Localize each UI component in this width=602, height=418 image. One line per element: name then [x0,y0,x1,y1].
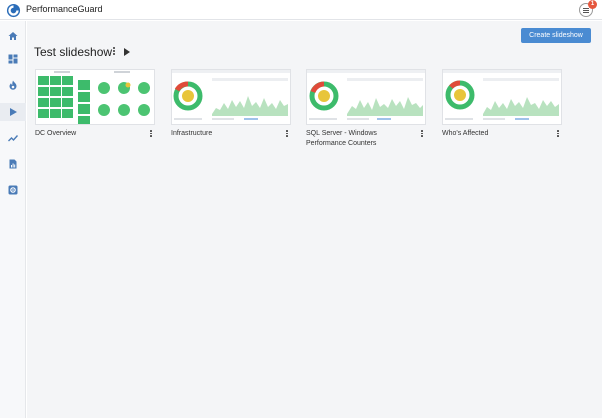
trend-icon [8,135,18,142]
play-slideshow-icon[interactable] [124,48,130,56]
report-icon [9,159,17,169]
settings-icon [8,185,18,195]
slide-options-icon[interactable] [420,129,424,139]
slide-label[interactable]: Who's Affected [442,129,550,139]
sql-server-preview [307,70,425,120]
slide-label[interactable]: Infrastructure [171,129,279,139]
create-slideshow-button[interactable]: Create slideshow [521,28,591,43]
sidebar-item-reports[interactable] [0,155,26,173]
slide-label[interactable]: DC Overview [35,129,143,139]
dashboard-icon [8,54,18,64]
notification-badge[interactable]: 1 [588,0,597,9]
fire-icon [9,80,17,90]
play-icon [10,108,17,116]
sidebar [0,21,26,418]
sidebar-item-settings[interactable] [0,181,26,199]
home-icon [8,32,18,40]
slide-thumbnail[interactable] [171,69,291,125]
slide-thumbnail[interactable] [306,69,426,125]
slide-thumbnail[interactable] [35,69,155,125]
sidebar-item-home[interactable] [0,27,26,45]
slide-label[interactable]: SQL Server - Windows Performance Counter… [306,129,414,149]
slideshow-options-icon[interactable] [111,46,117,58]
sidebar-item-dashboards[interactable] [0,50,26,68]
slide-thumbnail[interactable] [442,69,562,125]
infrastructure-preview [172,70,290,120]
slide-options-icon[interactable] [285,129,289,139]
performanceguard-logo-icon [6,3,21,18]
page-title: Test slideshow [34,45,113,59]
sidebar-item-trends[interactable] [0,129,26,147]
dc-overview-preview [36,70,154,124]
sidebar-item-incidents[interactable] [0,76,26,94]
sidebar-item-slideshows[interactable] [0,103,26,121]
slide-options-icon[interactable] [149,129,153,139]
top-bar: PerformanceGuard 1 [0,0,602,20]
whos-affected-preview [443,70,561,120]
slide-options-icon[interactable] [556,129,560,139]
hamburger-icon [583,8,589,9]
brand-name: PerformanceGuard [26,4,103,14]
